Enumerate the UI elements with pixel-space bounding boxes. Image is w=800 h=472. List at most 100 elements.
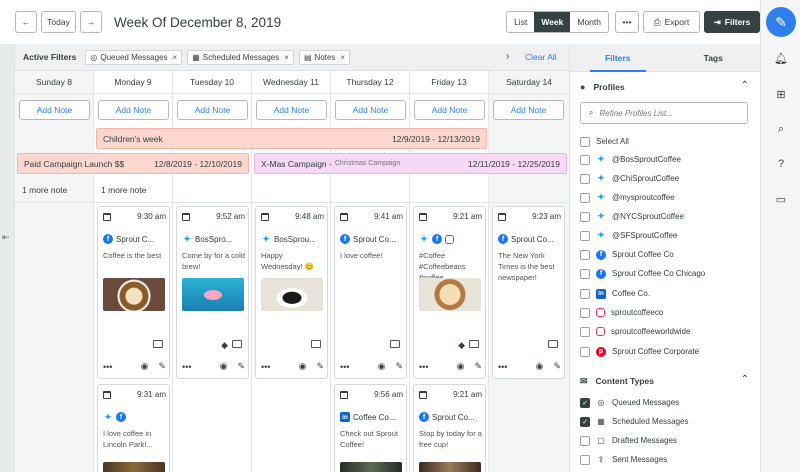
clear-all-link[interactable]: Clear All: [525, 52, 557, 62]
post-card[interactable]: 9:21 am ✦f #Coffee #Coffeebeans #coffee …: [413, 206, 486, 379]
campaign-bar-paid[interactable]: Paid Campaign Launch $$ 12/8/2019 - 12/1…: [17, 153, 249, 174]
more-icon[interactable]: •••: [103, 362, 112, 372]
filters-button[interactable]: ⇥ Filters: [704, 11, 760, 33]
view-month-button[interactable]: Month: [570, 12, 608, 32]
content-type-row[interactable]: ✓ ◎ Queued Messages: [580, 393, 755, 412]
filter-chip-notes[interactable]: ▤ Notes ×: [298, 49, 351, 65]
checkbox[interactable]: [580, 192, 590, 203]
comment-icon[interactable]: [311, 340, 321, 348]
post-card[interactable]: 9:56 am in Coffee Co... Check out Sprout …: [334, 384, 407, 472]
checkbox[interactable]: [580, 454, 590, 465]
profile-row[interactable]: ✦ @NYCSproutCoffee: [580, 207, 755, 226]
comment-icon[interactable]: [469, 340, 479, 348]
eye-icon[interactable]: ◉: [457, 361, 465, 372]
add-note-button[interactable]: Add Note: [414, 100, 485, 120]
eye-icon[interactable]: ◉: [141, 361, 149, 372]
profile-row[interactable]: ✦ @ChiSproutCoffee: [580, 169, 755, 188]
campaign-bar-children[interactable]: Children's week 12/9/2019 - 12/13/2019: [96, 128, 487, 149]
chevron-right-icon[interactable]: ›: [506, 51, 509, 62]
add-note-button[interactable]: Add Note: [177, 100, 248, 120]
filter-chip-queued[interactable]: ◎ Queued Messages ×: [85, 49, 183, 65]
checkbox[interactable]: [580, 136, 590, 147]
chevron-up-icon[interactable]: ⌃: [741, 80, 749, 91]
eye-icon[interactable]: ◉: [220, 361, 228, 372]
pencil-icon[interactable]: ✎: [316, 361, 324, 372]
eye-icon[interactable]: ◉: [378, 361, 386, 372]
today-button[interactable]: Today: [41, 11, 76, 33]
compose-button[interactable]: ✎: [766, 7, 796, 37]
profile-row[interactable]: sproutcoffeeworldwide: [580, 322, 755, 341]
post-card[interactable]: 9:23 am f Sprout Co... The New York Times…: [492, 206, 565, 379]
more-note-link[interactable]: 1 more note: [101, 185, 146, 195]
more-icon[interactable]: •••: [340, 362, 349, 372]
remove-chip-icon[interactable]: ×: [340, 53, 345, 62]
checkbox[interactable]: [580, 249, 590, 260]
checkbox[interactable]: [580, 230, 590, 241]
chevron-up-icon[interactable]: ⌃: [741, 374, 749, 385]
campaign-bar-xmas[interactable]: X-Mas Campaign - Christmas Campaign 12/1…: [254, 153, 567, 174]
tab-tags[interactable]: Tags: [666, 44, 761, 71]
profile-row[interactable]: ✦ @mysproutcoffee: [580, 188, 755, 207]
help-icon[interactable]: ?: [773, 156, 789, 172]
checkbox-checked[interactable]: ✓: [580, 397, 590, 408]
checkbox[interactable]: [580, 211, 590, 222]
post-card[interactable]: 9:31 am ✦ f I love coffee in Lincoln Park…: [97, 384, 170, 472]
more-icon[interactable]: •••: [261, 362, 270, 372]
content-type-row[interactable]: ✓ ▦ Scheduled Messages: [580, 412, 755, 431]
search-icon[interactable]: ⌕: [773, 121, 789, 137]
prev-week-button[interactable]: ←: [15, 11, 37, 33]
comment-icon[interactable]: [548, 340, 558, 348]
add-note-button[interactable]: Add Note: [19, 100, 90, 120]
more-button[interactable]: •••: [615, 11, 639, 33]
more-icon[interactable]: •••: [419, 362, 428, 372]
checkbox[interactable]: [580, 435, 590, 446]
pencil-icon[interactable]: ✎: [237, 361, 245, 372]
content-type-row[interactable]: ▢ Drafted Messages: [580, 431, 755, 450]
profiles-section-header[interactable]: ● Profiles ⌃: [570, 76, 760, 98]
checkbox-checked[interactable]: ✓: [580, 416, 590, 427]
remove-chip-icon[interactable]: ×: [284, 53, 289, 62]
profile-row[interactable]: p Sprout Coffee Corporate: [580, 342, 755, 361]
bell-icon[interactable]: 🔔︎: [773, 50, 789, 66]
more-icon[interactable]: •••: [498, 362, 507, 372]
add-note-button[interactable]: Add Note: [98, 100, 169, 120]
comment-icon[interactable]: [390, 340, 400, 348]
refine-profiles-input[interactable]: ⌕ Refine Profiles List...: [580, 102, 748, 124]
tag-icon[interactable]: ◆: [221, 340, 228, 351]
checkbox[interactable]: [580, 154, 590, 165]
post-card[interactable]: 9:48 am ✦ BosSprou... Happy Wednesday! 😊 …: [255, 206, 328, 379]
add-note-button[interactable]: Add Note: [335, 100, 406, 120]
view-list-button[interactable]: List: [507, 12, 534, 32]
checkbox[interactable]: [580, 307, 590, 318]
checkbox[interactable]: [580, 288, 590, 299]
profile-row[interactable]: f Sprout Coffee Co: [580, 245, 755, 264]
post-card[interactable]: 9:30 am f Sprout C... Coffee is the best …: [97, 206, 170, 379]
add-icon[interactable]: ⊞: [773, 86, 789, 102]
profile-row[interactable]: sproutcoffeeco: [580, 303, 755, 322]
post-card[interactable]: 9:41 am f Sprout Co... I love coffee! •••…: [334, 206, 407, 379]
comment-icon[interactable]: [232, 340, 242, 348]
filter-chip-scheduled[interactable]: ▦ Scheduled Messages ×: [187, 49, 294, 65]
pencil-icon[interactable]: ✎: [553, 361, 561, 372]
pencil-icon[interactable]: ✎: [474, 361, 482, 372]
add-note-button[interactable]: Add Note: [256, 100, 327, 120]
next-week-button[interactable]: →: [80, 11, 102, 33]
keyboard-icon[interactable]: ▭: [773, 191, 789, 207]
pencil-icon[interactable]: ✎: [158, 361, 166, 372]
more-icon[interactable]: •••: [182, 362, 191, 372]
profile-row[interactable]: ✦ @BosSproutCoffee: [580, 150, 755, 169]
checkbox[interactable]: [580, 173, 590, 184]
more-note-link[interactable]: 1 more note: [22, 185, 67, 195]
content-type-row[interactable]: ⇪ Sent Messages: [580, 450, 755, 469]
add-note-button[interactable]: Add Note: [493, 100, 564, 120]
pencil-icon[interactable]: ✎: [395, 361, 403, 372]
profile-row[interactable]: f Sprout Coffee Co Chicago: [580, 264, 755, 283]
tab-filters[interactable]: Filters: [570, 44, 666, 72]
content-types-section-header[interactable]: ✉ Content Types ⌃: [570, 370, 760, 392]
checkbox[interactable]: [580, 326, 590, 337]
profile-row[interactable]: ✦ @SFSproutCoffee: [580, 226, 755, 245]
comment-icon[interactable]: [153, 340, 163, 348]
expand-sidebar-icon[interactable]: ⇤: [2, 232, 10, 243]
post-card[interactable]: 9:52 am ✦ BosSpro... Come by for a cold b…: [176, 206, 249, 379]
export-button[interactable]: ⎙ Export: [643, 11, 700, 33]
